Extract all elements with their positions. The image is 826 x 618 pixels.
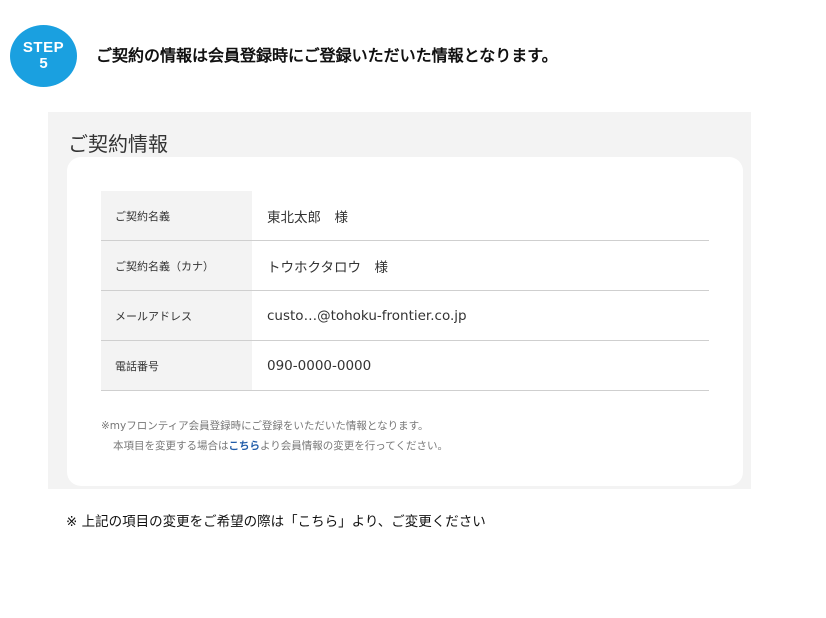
row-value: 東北太郎 様 bbox=[267, 209, 348, 226]
row-label: メールアドレス bbox=[101, 291, 252, 340]
step-label: STEP bbox=[22, 39, 65, 56]
registration-note: ※myフロンティア会員登録時にご登録をいただいた情報となります。 本項目を変更す… bbox=[101, 416, 448, 456]
table-row: ご契約名義 東北太郎 様 bbox=[101, 191, 709, 241]
note-line-2: 本項目を変更する場合はこちらより会員情報の変更を行ってください。 bbox=[101, 436, 448, 456]
note-line-1: ※myフロンティア会員登録時にご登録をいただいた情報となります。 bbox=[101, 420, 429, 432]
change-info-link[interactable]: こちら bbox=[229, 440, 261, 452]
note-text-before: 本項目を変更する場合は bbox=[113, 440, 229, 452]
step-badge: STEP 5 bbox=[10, 25, 77, 87]
row-value: トウホクタロウ 様 bbox=[267, 259, 388, 276]
row-label: 電話番号 bbox=[101, 341, 252, 390]
row-label: ご契約名義 bbox=[101, 191, 252, 240]
row-value: 090-0000-0000 bbox=[267, 357, 372, 374]
panel-title: ご契約情報 bbox=[68, 132, 168, 156]
note-text-after: より会員情報の変更を行ってください。 bbox=[260, 440, 448, 452]
contract-info-card: ご契約名義 東北太郎 様 ご契約名義（カナ） トウホクタロウ 様 メールアドレス… bbox=[67, 157, 743, 486]
contract-info-table: ご契約名義 東北太郎 様 ご契約名義（カナ） トウホクタロウ 様 メールアドレス… bbox=[101, 191, 709, 391]
table-row: ご契約名義（カナ） トウホクタロウ 様 bbox=[101, 241, 709, 291]
footer-note: ※ 上記の項目の変更をご希望の際は「こちら」より、ご変更ください bbox=[66, 514, 486, 530]
contract-info-panel: ご契約情報 ご契約名義 東北太郎 様 ご契約名義（カナ） トウホクタロウ 様 メ… bbox=[48, 112, 751, 489]
row-label: ご契約名義（カナ） bbox=[101, 241, 252, 290]
table-row: 電話番号 090-0000-0000 bbox=[101, 341, 709, 391]
page-headline: ご契約の情報は会員登録時にご登録いただいた情報となります。 bbox=[96, 46, 558, 65]
row-value: custo…@tohoku-frontier.co.jp bbox=[267, 307, 467, 324]
step-number: 5 bbox=[39, 55, 48, 72]
table-row: メールアドレス custo…@tohoku-frontier.co.jp bbox=[101, 291, 709, 341]
